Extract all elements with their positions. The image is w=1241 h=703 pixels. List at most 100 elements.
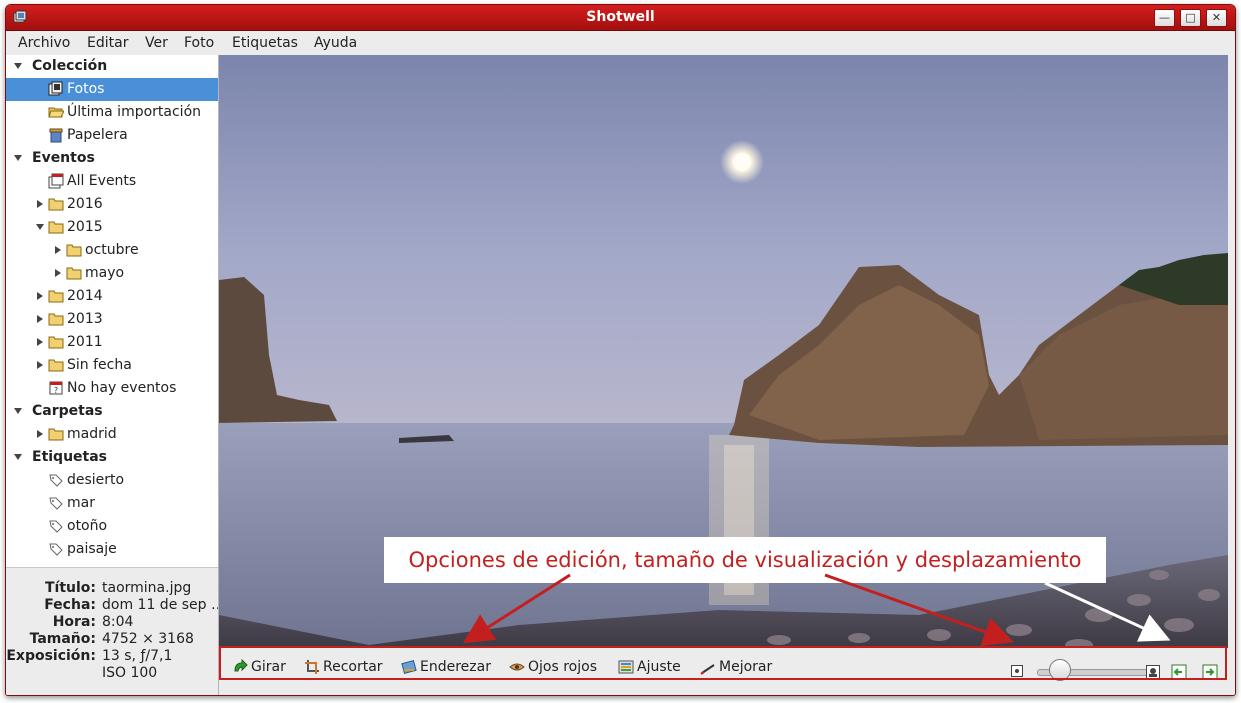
sidebar-item-label: paisaje bbox=[67, 541, 117, 557]
sidebar-item-2015[interactable]: 2015 bbox=[6, 216, 218, 239]
sidebar-item-all-events[interactable]: All Events bbox=[6, 170, 218, 193]
sidebar-item-no-hay-eventos[interactable]: ? No hay eventos bbox=[6, 377, 218, 400]
sidebar-item-label: All Events bbox=[67, 173, 137, 189]
meta-value: 8:04 bbox=[102, 614, 134, 630]
trash-icon bbox=[49, 128, 63, 143]
zoom-out-icon[interactable] bbox=[1011, 665, 1023, 677]
expander-open-icon[interactable] bbox=[13, 153, 23, 163]
section-carpetas[interactable]: Carpetas bbox=[6, 400, 218, 423]
annotation-callout: Opciones de edición, tamaño de visualiza… bbox=[384, 537, 1106, 583]
expander-closed-icon[interactable] bbox=[53, 245, 63, 255]
folder-icon bbox=[66, 267, 82, 280]
menu-editar[interactable]: Editar bbox=[87, 35, 128, 51]
menu-foto[interactable]: Foto bbox=[184, 35, 214, 51]
menu-etiquetas[interactable]: Etiquetas bbox=[232, 35, 298, 51]
straighten-icon bbox=[401, 660, 417, 674]
photos-icon bbox=[48, 81, 63, 96]
sidebar-item-mayo[interactable]: mayo bbox=[6, 262, 218, 285]
sidebar-item-label: madrid bbox=[67, 426, 117, 442]
section-label: Carpetas bbox=[32, 403, 103, 419]
section-label: Etiquetas bbox=[32, 449, 108, 465]
previous-photo-icon[interactable] bbox=[1171, 664, 1187, 680]
menu-ver[interactable]: Ver bbox=[145, 35, 168, 51]
expander-closed-icon[interactable] bbox=[35, 337, 45, 347]
rotate-icon bbox=[234, 659, 248, 672]
folder-icon bbox=[48, 221, 64, 234]
expander-closed-icon[interactable] bbox=[35, 199, 45, 209]
sidebar-item-madrid[interactable]: madrid bbox=[6, 423, 218, 446]
sidebar-item-tag-desierto[interactable]: desierto bbox=[6, 469, 218, 492]
meta-key: Tamaño: bbox=[29, 631, 96, 647]
sidebar-item-tag-mar[interactable]: mar bbox=[6, 492, 218, 515]
edit-toolbar: Girar Recortar Enderezar Ojos rojos Ajus… bbox=[219, 648, 1235, 695]
sidebar-item-2016[interactable]: 2016 bbox=[6, 193, 218, 216]
sidebar-item-label: 2016 bbox=[67, 196, 103, 212]
menu-ayuda[interactable]: Ayuda bbox=[314, 35, 357, 51]
sidebar-item-2014[interactable]: 2014 bbox=[6, 285, 218, 308]
close-button[interactable]: ✕ bbox=[1206, 9, 1227, 27]
folder-icon bbox=[48, 198, 64, 211]
sidebar-item-label: mayo bbox=[85, 265, 125, 281]
sidebar-item-label: Última importación bbox=[67, 104, 202, 120]
meta-value: dom 11 de sep … bbox=[102, 597, 218, 613]
meta-hora: Hora: 8:04 bbox=[6, 614, 218, 631]
sidebar-item-fotos[interactable]: Fotos bbox=[6, 78, 218, 101]
folder-icon bbox=[48, 313, 64, 326]
sidebar-item-tag-paisaje[interactable]: paisaje bbox=[6, 538, 218, 561]
meta-key: Hora: bbox=[52, 614, 96, 630]
meta-value: 4752 × 3168 bbox=[102, 631, 194, 647]
sidebar-item-label: mar bbox=[67, 495, 95, 511]
maximize-button[interactable]: □ bbox=[1180, 9, 1201, 27]
adjust-icon bbox=[618, 660, 634, 674]
menu-bar: Archivo Editar Ver Foto Etiquetas Ayuda bbox=[6, 31, 1235, 55]
expander-open-icon[interactable] bbox=[35, 222, 45, 232]
enhance-label: Mejorar bbox=[719, 659, 773, 675]
tag-icon bbox=[49, 520, 63, 533]
crop-label: Recortar bbox=[323, 659, 383, 675]
sidebar-item-ultima-importacion[interactable]: Última importación bbox=[6, 101, 218, 124]
no-event-icon: ? bbox=[49, 381, 63, 395]
section-coleccion[interactable]: Colección bbox=[6, 55, 218, 78]
meta-key: Título: bbox=[44, 580, 96, 596]
section-eventos[interactable]: Eventos bbox=[6, 147, 218, 170]
expander-closed-icon[interactable] bbox=[35, 291, 45, 301]
sidebar-item-octubre[interactable]: octubre bbox=[6, 239, 218, 262]
minimize-button[interactable]: — bbox=[1154, 9, 1175, 27]
sidebar-item-sin-fecha[interactable]: Sin fecha bbox=[6, 354, 218, 377]
sidebar-item-label: 2013 bbox=[67, 311, 103, 327]
expander-closed-icon[interactable] bbox=[35, 360, 45, 370]
next-photo-icon[interactable] bbox=[1202, 664, 1218, 680]
expander-closed-icon[interactable] bbox=[53, 268, 63, 278]
expander-open-icon[interactable] bbox=[13, 452, 23, 462]
sidebar-item-tag-otono[interactable]: otoño bbox=[6, 515, 218, 538]
straighten-label: Enderezar bbox=[420, 659, 491, 675]
folder-icon bbox=[48, 336, 64, 349]
meta-tamano: Tamaño: 4752 × 3168 bbox=[6, 631, 218, 648]
folder-icon bbox=[48, 359, 64, 372]
folder-icon bbox=[48, 290, 64, 303]
menu-archivo[interactable]: Archivo bbox=[18, 35, 70, 51]
expander-open-icon[interactable] bbox=[13, 406, 23, 416]
red-eye-label: Ojos rojos bbox=[528, 659, 597, 675]
metadata-panel: Título: taormina.jpg Fecha: dom 11 de se… bbox=[6, 567, 218, 695]
crop-icon bbox=[305, 660, 319, 674]
sidebar-item-2011[interactable]: 2011 bbox=[6, 331, 218, 354]
expander-closed-icon[interactable] bbox=[35, 314, 45, 324]
sidebar-item-papelera[interactable]: Papelera bbox=[6, 124, 218, 147]
tag-icon bbox=[49, 497, 63, 510]
meta-value: 13 s, ƒ/7,1 bbox=[102, 648, 173, 664]
sidebar-item-label: Papelera bbox=[67, 127, 128, 143]
sidebar-item-2013[interactable]: 2013 bbox=[6, 308, 218, 331]
zoom-slider-knob[interactable] bbox=[1049, 659, 1072, 681]
magic-wand-icon bbox=[700, 664, 715, 675]
folder-icon bbox=[66, 244, 82, 257]
sidebar-item-label: Sin fecha bbox=[67, 357, 132, 373]
app-window: Shotwell — □ ✕ Archivo Editar Ver Foto E… bbox=[5, 4, 1236, 696]
rotate-label: Girar bbox=[251, 659, 286, 675]
expander-open-icon[interactable] bbox=[13, 61, 23, 71]
expander-closed-icon[interactable] bbox=[35, 429, 45, 439]
meta-fecha: Fecha: dom 11 de sep … bbox=[6, 597, 218, 614]
sidebar-item-label: octubre bbox=[85, 242, 139, 258]
zoom-in-icon[interactable] bbox=[1146, 665, 1160, 679]
section-etiquetas[interactable]: Etiquetas bbox=[6, 446, 218, 469]
